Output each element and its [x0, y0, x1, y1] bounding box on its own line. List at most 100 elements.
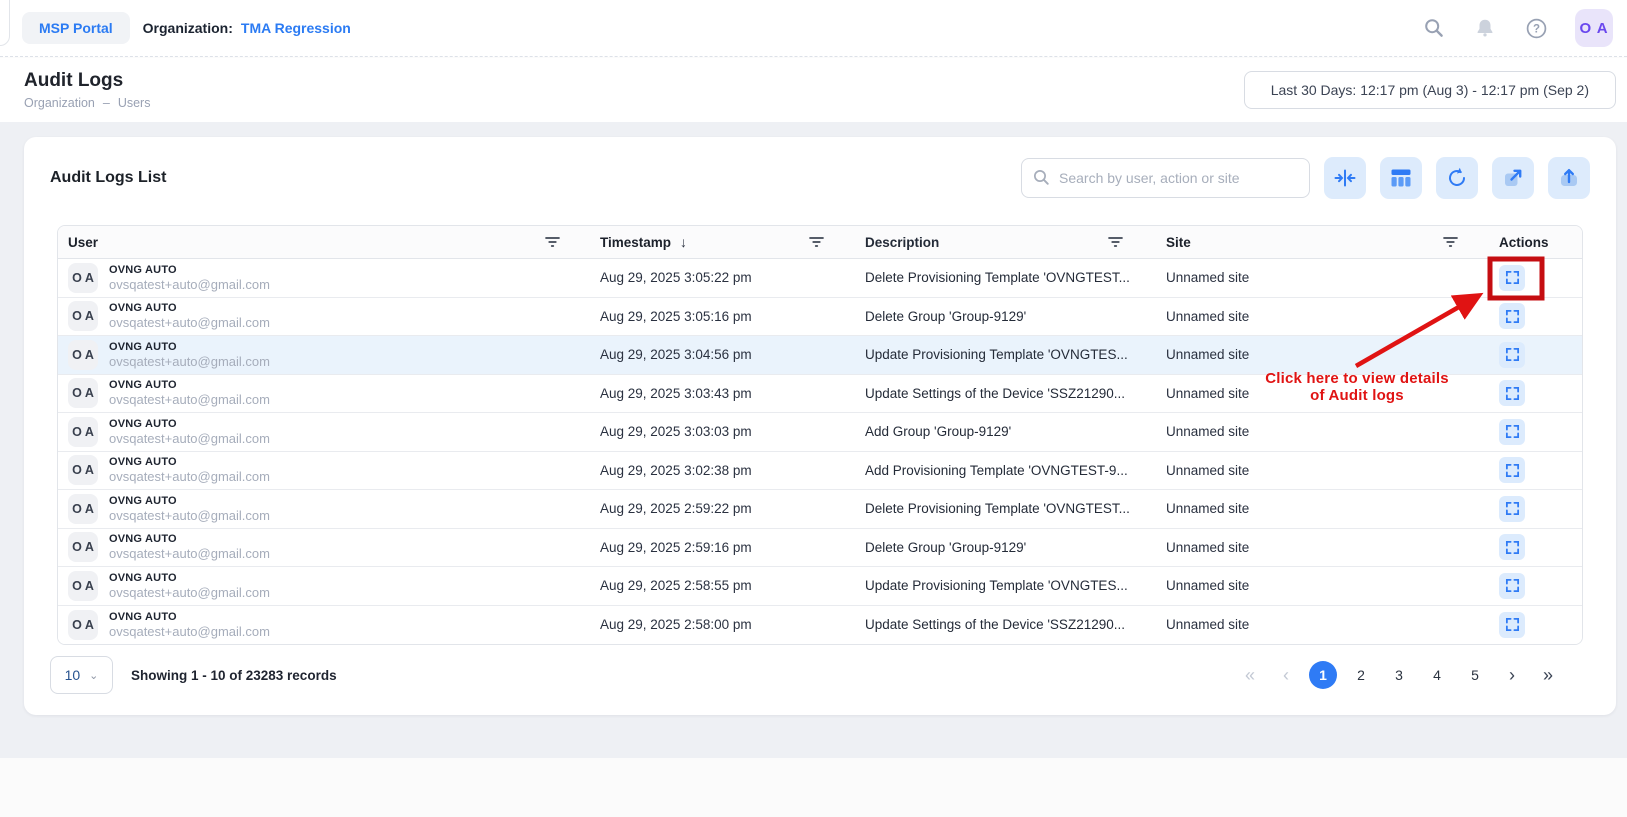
search-input-icon	[1032, 168, 1051, 192]
row-user-email: ovsqatest+auto@gmail.com	[109, 508, 270, 523]
table-row[interactable]: O A OVNG AUTO ovsqatest+auto@gmail.com A…	[58, 413, 1582, 452]
row-user-email: ovsqatest+auto@gmail.com	[109, 315, 270, 330]
page-number-5[interactable]: 5	[1461, 661, 1489, 689]
pagination: « ‹ 12345 › »	[1237, 661, 1561, 689]
page-number-4[interactable]: 4	[1423, 661, 1451, 689]
audit-logs-card: Audit Logs List	[24, 137, 1616, 715]
column-header-user[interactable]: User	[68, 235, 98, 250]
row-user-email: ovsqatest+auto@gmail.com	[109, 546, 270, 561]
breadcrumb: Organization – Users	[24, 96, 150, 110]
msp-portal-button[interactable]: MSP Portal	[22, 12, 130, 44]
bell-icon[interactable]	[1473, 16, 1497, 40]
table-row[interactable]: O A OVNG AUTO ovsqatest+auto@gmail.com A…	[58, 529, 1582, 568]
search-input[interactable]	[1021, 158, 1310, 198]
row-user-email: ovsqatest+auto@gmail.com	[109, 392, 270, 407]
filter-icon-user[interactable]	[545, 236, 582, 248]
row-user-avatar: O A	[68, 378, 98, 408]
page-number-3[interactable]: 3	[1385, 661, 1413, 689]
row-timestamp: Aug 29, 2025 3:04:56 pm	[582, 347, 840, 362]
column-header-description[interactable]: Description	[865, 235, 939, 250]
view-details-button[interactable]	[1499, 612, 1525, 638]
row-timestamp: Aug 29, 2025 2:59:22 pm	[582, 501, 840, 516]
breadcrumb-organization[interactable]: Organization	[24, 96, 95, 110]
filter-icon-description[interactable]	[1108, 236, 1140, 248]
row-user-email: ovsqatest+auto@gmail.com	[109, 354, 270, 369]
row-site: Unnamed site	[1140, 270, 1476, 285]
table-row[interactable]: O A OVNG AUTO ovsqatest+auto@gmail.com A…	[58, 567, 1582, 606]
row-user-email: ovsqatest+auto@gmail.com	[109, 585, 270, 600]
row-user-avatar: O A	[68, 340, 98, 370]
next-page-button[interactable]: ›	[1499, 662, 1525, 688]
view-details-button[interactable]	[1499, 303, 1525, 329]
organization-selector: Organization: TMA Regression	[143, 20, 351, 36]
page-number-1[interactable]: 1	[1309, 661, 1337, 689]
row-user-name: OVNG AUTO	[109, 611, 270, 623]
prev-page-button[interactable]: ‹	[1273, 662, 1299, 688]
user-avatar-button[interactable]: O A	[1575, 9, 1613, 47]
row-site: Unnamed site	[1140, 578, 1476, 593]
column-header-timestamp[interactable]: Timestamp	[600, 235, 671, 250]
first-page-button[interactable]: «	[1237, 662, 1263, 688]
row-user-email: ovsqatest+auto@gmail.com	[109, 431, 270, 446]
view-details-button[interactable]	[1499, 342, 1525, 368]
filter-icon-timestamp[interactable]	[809, 236, 840, 248]
choose-columns-icon[interactable]	[1380, 157, 1422, 199]
row-timestamp: Aug 29, 2025 3:05:16 pm	[582, 309, 840, 324]
row-site: Unnamed site	[1140, 463, 1476, 478]
row-site: Unnamed site	[1140, 347, 1476, 362]
row-user-name: OVNG AUTO	[109, 572, 270, 584]
row-description: Delete Group 'Group-9129'	[840, 309, 1140, 324]
collapse-columns-icon[interactable]	[1324, 157, 1366, 199]
row-description: Update Settings of the Device 'SSZ21290.…	[840, 386, 1140, 401]
view-details-button[interactable]	[1499, 457, 1525, 483]
view-details-button[interactable]	[1499, 419, 1525, 445]
row-site: Unnamed site	[1140, 424, 1476, 439]
table-row[interactable]: O A OVNG AUTO ovsqatest+auto@gmail.com A…	[58, 606, 1582, 645]
row-user-avatar: O A	[68, 494, 98, 524]
row-description: Add Group 'Group-9129'	[840, 424, 1140, 439]
row-user-name: OVNG AUTO	[109, 456, 270, 468]
sort-desc-icon[interactable]: ↓	[680, 234, 687, 250]
breadcrumb-users[interactable]: Users	[118, 96, 151, 110]
view-details-button[interactable]	[1499, 573, 1525, 599]
audit-logs-table: User Timestamp ↓	[57, 225, 1583, 645]
row-user-name: OVNG AUTO	[109, 341, 270, 353]
row-user-avatar: O A	[68, 301, 98, 331]
table-row[interactable]: O A OVNG AUTO ovsqatest+auto@gmail.com A…	[58, 375, 1582, 414]
view-details-button[interactable]	[1499, 496, 1525, 522]
collapsed-panel-edge	[0, 0, 10, 46]
view-details-button[interactable]	[1499, 534, 1525, 560]
row-user-name: OVNG AUTO	[109, 495, 270, 507]
last-page-button[interactable]: »	[1535, 662, 1561, 688]
page-size-value: 10	[65, 667, 81, 683]
row-user-name: OVNG AUTO	[109, 533, 270, 545]
column-header-actions: Actions	[1499, 235, 1549, 250]
refresh-icon[interactable]	[1436, 157, 1478, 199]
table-header-row: User Timestamp ↓	[58, 226, 1582, 259]
column-header-site[interactable]: Site	[1166, 235, 1191, 250]
view-details-button[interactable]	[1499, 265, 1525, 291]
open-external-icon[interactable]	[1492, 157, 1534, 199]
row-timestamp: Aug 29, 2025 2:58:00 pm	[582, 617, 840, 632]
export-icon[interactable]	[1548, 157, 1590, 199]
table-row[interactable]: O A OVNG AUTO ovsqatest+auto@gmail.com A…	[58, 336, 1582, 375]
table-body: O A OVNG AUTO ovsqatest+auto@gmail.com A…	[58, 259, 1582, 644]
help-icon[interactable]: ?	[1524, 16, 1548, 40]
row-site: Unnamed site	[1140, 386, 1476, 401]
row-timestamp: Aug 29, 2025 2:59:16 pm	[582, 540, 840, 555]
page-size-select[interactable]: 10 ⌄	[50, 656, 113, 694]
card-header: Audit Logs List	[50, 137, 1590, 213]
table-row[interactable]: O A OVNG AUTO ovsqatest+auto@gmail.com A…	[58, 490, 1582, 529]
filter-icon-site[interactable]	[1443, 236, 1476, 248]
row-description: Update Provisioning Template 'OVNGTES...	[840, 578, 1140, 593]
row-site: Unnamed site	[1140, 309, 1476, 324]
row-user-name: OVNG AUTO	[109, 418, 270, 430]
organization-name-link[interactable]: TMA Regression	[241, 20, 351, 36]
table-row[interactable]: O A OVNG AUTO ovsqatest+auto@gmail.com A…	[58, 452, 1582, 491]
table-row[interactable]: O A OVNG AUTO ovsqatest+auto@gmail.com A…	[58, 298, 1582, 337]
date-range-selector[interactable]: Last 30 Days: 12:17 pm (Aug 3) - 12:17 p…	[1244, 71, 1616, 109]
view-details-button[interactable]	[1499, 380, 1525, 406]
page-number-2[interactable]: 2	[1347, 661, 1375, 689]
table-row[interactable]: O A OVNG AUTO ovsqatest+auto@gmail.com A…	[58, 259, 1582, 298]
search-icon[interactable]	[1422, 16, 1446, 40]
